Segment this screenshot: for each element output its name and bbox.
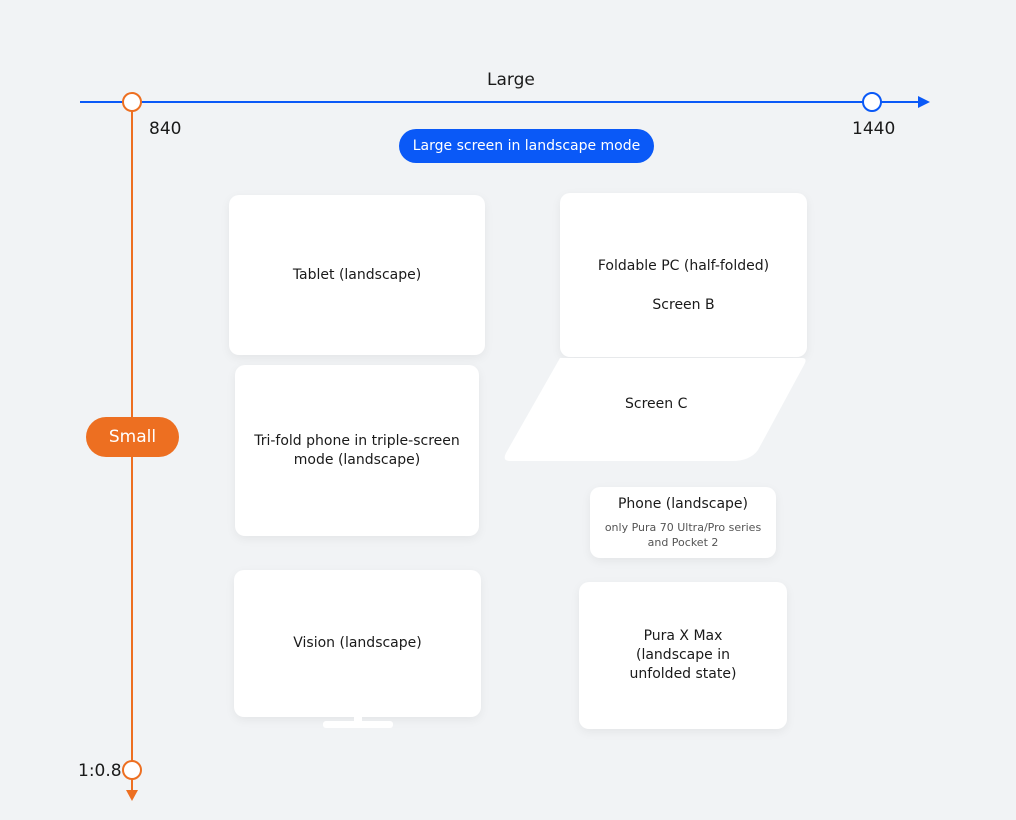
down-arrow-icon [126, 790, 138, 801]
vision-card: Vision (landscape) [234, 570, 481, 717]
origin-marker [122, 92, 142, 112]
large-end-marker [862, 92, 882, 112]
end-tick-label: 1440 [852, 119, 896, 139]
phone-card: Phone (landscape) only Pura 70 Ultra/Pro… [590, 487, 776, 558]
vertical-axis-label: Small [86, 417, 179, 457]
tablet-label: Tablet (landscape) [292, 266, 422, 283]
horizontal-axis-label: Large [487, 70, 535, 90]
foldable-pc-card: Foldable PC (half-folded) Screen B [560, 193, 807, 357]
pura-x-max-line2: (landscape in [636, 647, 730, 663]
start-tick-label: 840 [149, 119, 182, 139]
category-badge: Large screen in landscape mode [399, 129, 654, 163]
trifold-card: Tri-fold phone in triple-screen mode (la… [235, 365, 479, 536]
screen-c-label: Screen C [625, 396, 688, 412]
foldable-pc-label: Foldable PC (half-folded) [597, 258, 770, 274]
vision-label: Vision (landscape) [293, 635, 422, 651]
ratio-end-marker [122, 760, 142, 780]
trifold-label: Tri-fold phone in triple-screen mode (la… [254, 432, 460, 468]
screen-b-label: Screen B [652, 297, 715, 313]
tablet-card: Tablet (landscape) [229, 195, 485, 355]
phone-label: Phone (landscape) [617, 496, 749, 512]
right-arrow-icon [918, 96, 930, 108]
pura-x-max-card: Pura X Max (landscape in unfolded state) [579, 582, 787, 729]
ratio-tick-label: 1:0.8 [78, 761, 122, 781]
vision-stand-base [323, 721, 393, 728]
phone-note: only Pura 70 Ultra/Pro series and Pocket… [604, 521, 762, 549]
pura-x-max-line1: Pura X Max [643, 628, 723, 644]
pura-x-max-line3: unfolded state) [629, 666, 737, 682]
